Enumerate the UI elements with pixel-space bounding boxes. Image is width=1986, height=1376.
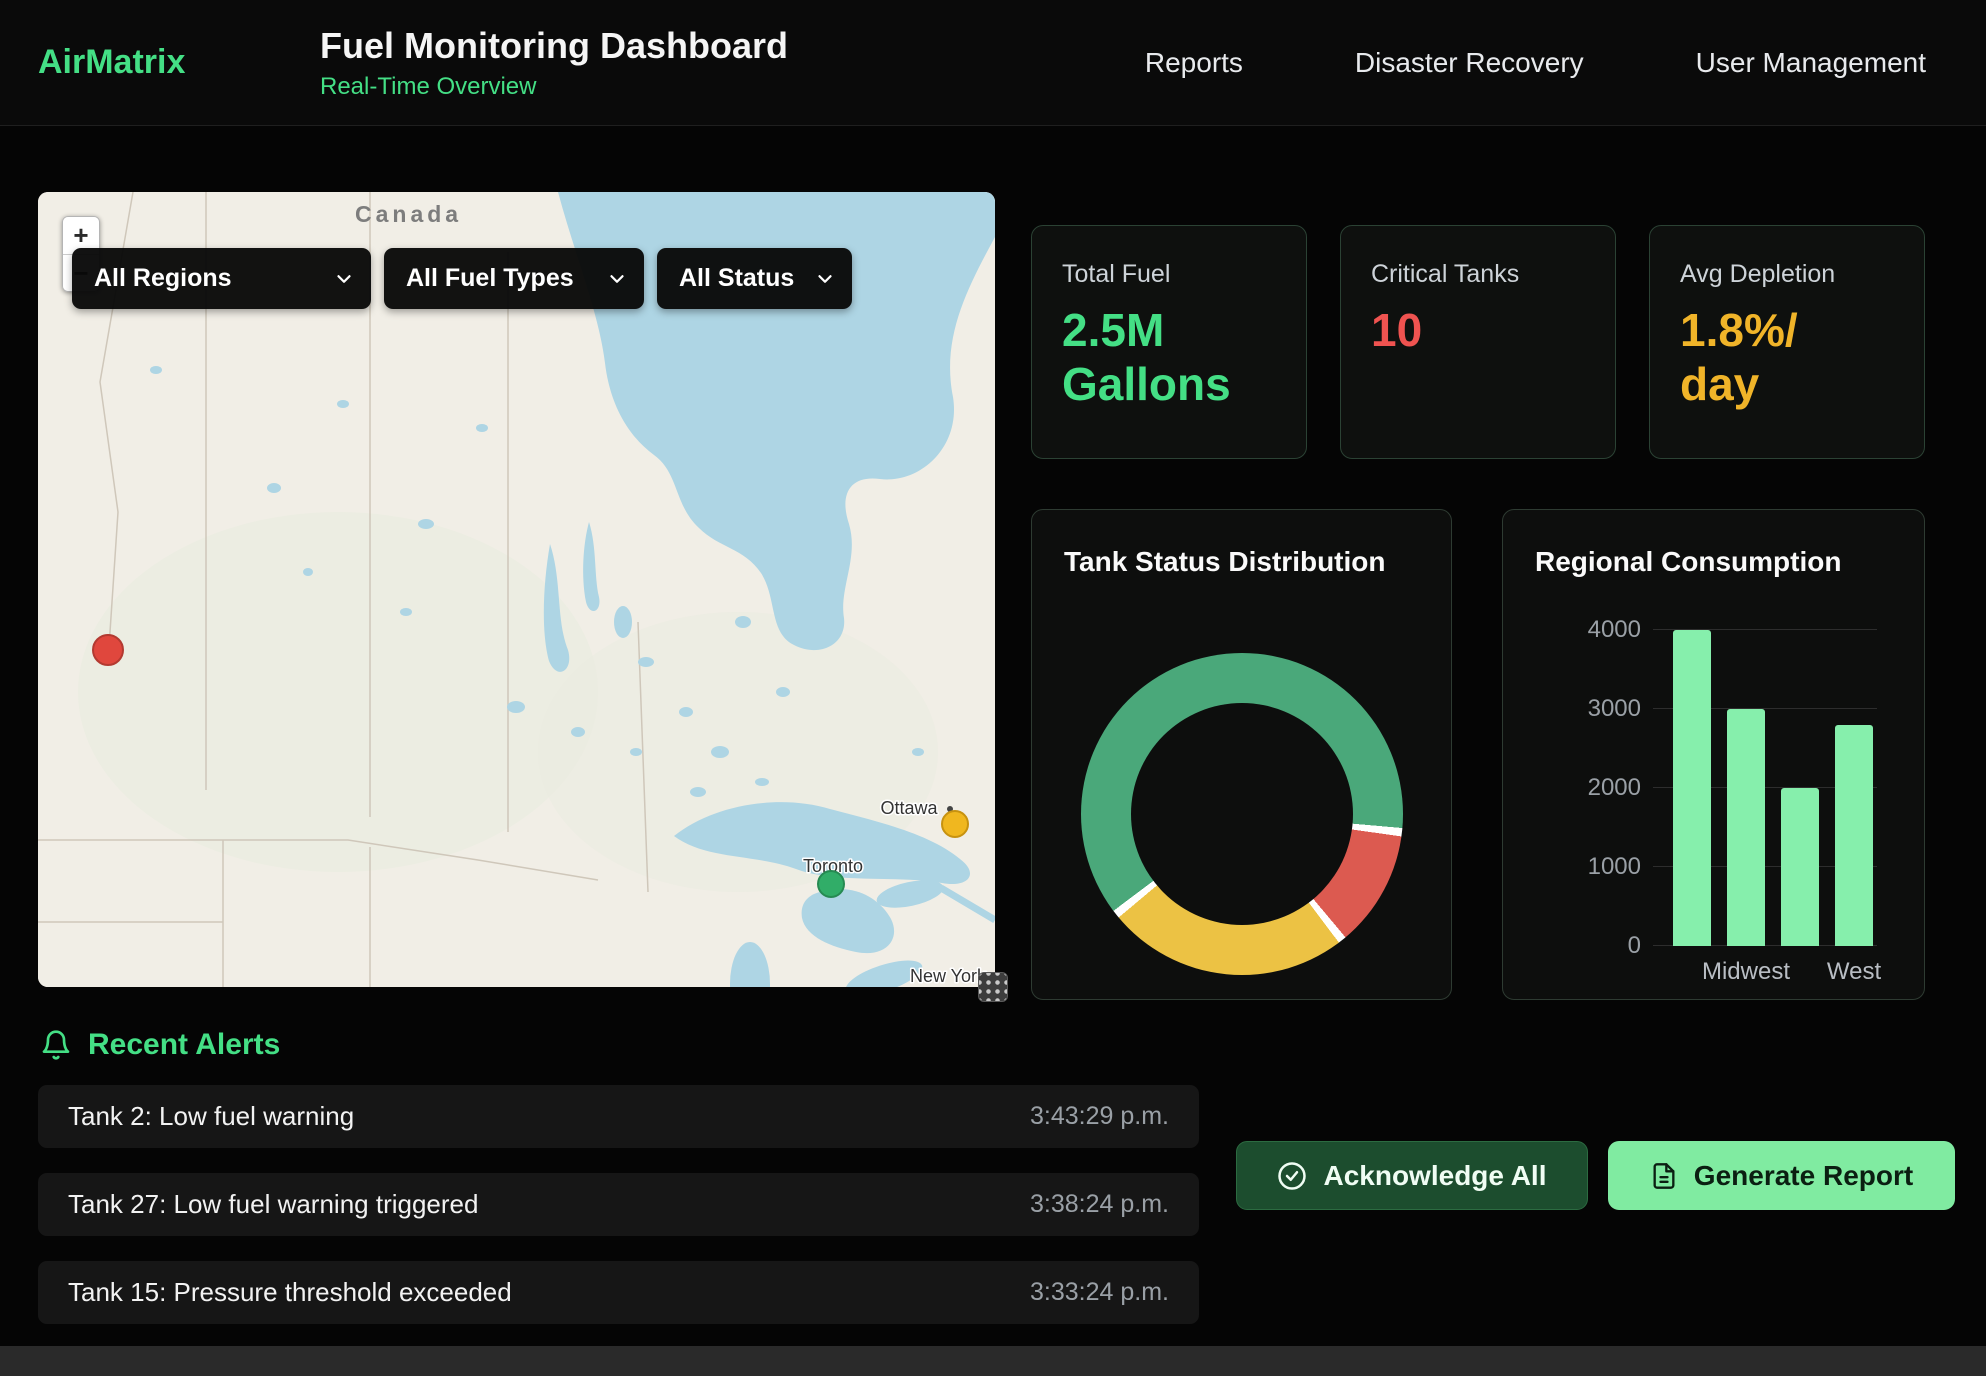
map[interactable]: Canada Ottawa Toronto New York + − All R… (38, 192, 995, 987)
document-icon (1650, 1162, 1678, 1190)
y-axis-tick-label: 0 (1628, 932, 1641, 960)
y-axis-tick-label: 1000 (1588, 853, 1641, 881)
chevron-down-icon (814, 268, 836, 290)
x-axis-label (1781, 958, 1819, 986)
consumption-bar (1835, 725, 1873, 946)
alert-timestamp: 3:43:29 p.m. (1030, 1102, 1169, 1131)
status-filter-value: All Status (679, 264, 794, 293)
fuel-type-filter-value: All Fuel Types (406, 264, 574, 293)
acknowledge-all-button[interactable]: Acknowledge All (1236, 1141, 1588, 1210)
stat-value: 2.5M Gallons (1062, 303, 1276, 412)
consumption-bar (1781, 788, 1819, 946)
stat-value: 1.8%/ day (1680, 303, 1894, 412)
page-subtitle: Real-Time Overview (320, 73, 788, 101)
generate-report-label: Generate Report (1694, 1160, 1913, 1192)
bar-chart-plot (1653, 630, 1877, 946)
recent-alerts-heading: Recent Alerts (40, 1028, 280, 1062)
y-axis-tick-label: 4000 (1588, 616, 1641, 644)
tank-status-donut-hole (1131, 703, 1353, 925)
map-label-ottawa: Ottawa (880, 798, 938, 818)
main-nav: Reports Disaster Recovery User Managemen… (1145, 47, 1926, 79)
regional-consumption-chart: 01000200030004000 MidwestWest (1563, 630, 1877, 986)
map-label-country: Canada (355, 201, 462, 227)
y-axis-tick-label: 3000 (1588, 695, 1641, 723)
fuel-monitoring-dashboard: AirMatrix Fuel Monitoring Dashboard Real… (0, 0, 1986, 1376)
map-terrain-tint (78, 512, 598, 872)
alert-row[interactable]: Tank 27: Low fuel warning triggered 3:38… (38, 1173, 1199, 1236)
page-title: Fuel Monitoring Dashboard (320, 25, 788, 67)
recent-alerts-title: Recent Alerts (88, 1028, 280, 1062)
fuel-type-filter-dropdown[interactable]: All Fuel Types (384, 248, 644, 309)
stat-card-avg-depletion: Avg Depletion 1.8%/ day (1649, 225, 1925, 459)
tank-status-title: Tank Status Distribution (1064, 546, 1386, 578)
alert-row[interactable]: Tank 15: Pressure threshold exceeded 3:3… (38, 1261, 1199, 1324)
region-filter-value: All Regions (94, 264, 232, 293)
brand-logo[interactable]: AirMatrix (38, 43, 320, 82)
tank-status-donut-ring (1081, 653, 1403, 975)
alert-message: Tank 27: Low fuel warning triggered (68, 1189, 478, 1220)
consumption-bar (1673, 630, 1711, 946)
stat-card-critical-tanks: Critical Tanks 10 (1340, 225, 1616, 459)
x-axis-label: Midwest (1727, 958, 1765, 986)
stat-card-total-fuel: Total Fuel 2.5M Gallons (1031, 225, 1307, 459)
map-resize-handle[interactable] (978, 972, 1008, 1002)
regional-consumption-card: Regional Consumption 0 1000 2000 3000 4000 M… (1502, 509, 1925, 1000)
consumption-bar (1727, 709, 1765, 946)
chevron-down-icon (606, 268, 628, 290)
bell-icon (40, 1029, 72, 1061)
bar-chart-plot-column: Midwest West (1653, 630, 1877, 986)
bar-chart-x-axis: Midwest West (1653, 958, 1877, 986)
map-filters: All Regions All Fuel Types All Status (72, 248, 852, 309)
x-axis-label: West (1835, 958, 1873, 986)
alert-timestamp: 3:33:24 p.m. (1030, 1278, 1169, 1307)
bar-chart-y-axis: 01000200030004000 (1563, 630, 1653, 946)
map-marker-warning[interactable] (942, 811, 968, 837)
chevron-down-icon (333, 268, 355, 290)
acknowledge-all-label: Acknowledge All (1323, 1160, 1546, 1192)
chart-cards: Tank Status Distribution Regional Consum… (1031, 509, 1925, 1000)
alert-row[interactable]: Tank 2: Low fuel warning 3:43:29 p.m. (38, 1085, 1199, 1148)
map-marker-normal[interactable] (818, 871, 844, 897)
header: AirMatrix Fuel Monitoring Dashboard Real… (0, 0, 1986, 126)
nav-disaster-recovery[interactable]: Disaster Recovery (1355, 47, 1584, 79)
y-axis-tick-label: 2000 (1588, 774, 1641, 802)
bottom-bar (0, 1346, 1986, 1376)
stat-cards: Total Fuel 2.5M Gallons Critical Tanks 1… (1031, 225, 1925, 459)
stat-value: 10 (1371, 303, 1585, 357)
regional-consumption-title: Regional Consumption (1535, 546, 1841, 578)
nav-reports[interactable]: Reports (1145, 47, 1243, 79)
map-canvas: Canada Ottawa Toronto New York (38, 192, 995, 987)
check-circle-icon (1277, 1161, 1307, 1191)
alert-message: Tank 2: Low fuel warning (68, 1101, 354, 1132)
page-title-block: Fuel Monitoring Dashboard Real-Time Over… (320, 25, 788, 101)
alert-message: Tank 15: Pressure threshold exceeded (68, 1277, 512, 1308)
nav-user-management[interactable]: User Management (1696, 47, 1926, 79)
status-filter-dropdown[interactable]: All Status (657, 248, 852, 309)
stat-label: Critical Tanks (1371, 260, 1585, 289)
generate-report-button[interactable]: Generate Report (1608, 1141, 1955, 1210)
stat-label: Avg Depletion (1680, 260, 1894, 289)
alert-timestamp: 3:38:24 p.m. (1030, 1190, 1169, 1219)
map-marker-critical[interactable] (93, 635, 123, 665)
tank-status-card: Tank Status Distribution (1031, 509, 1452, 1000)
stat-label: Total Fuel (1062, 260, 1276, 289)
map-label-new-york: New York (910, 966, 987, 986)
region-filter-dropdown[interactable]: All Regions (72, 248, 371, 309)
